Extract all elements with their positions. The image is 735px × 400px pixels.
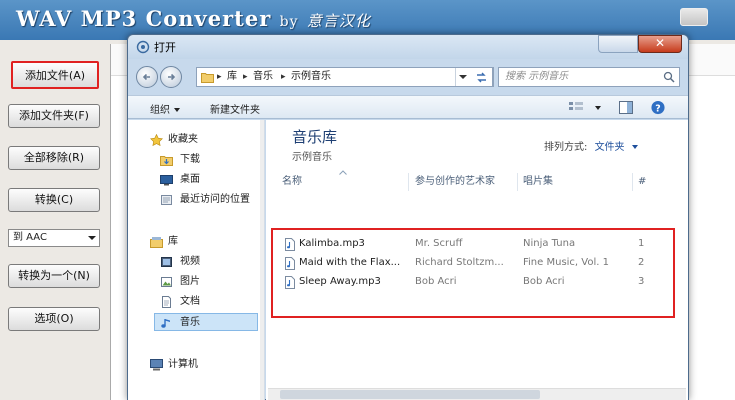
convert-to-one-button[interactable]: 转换为一个(N) — [8, 264, 100, 288]
nav-desktop-label: 桌面 — [180, 174, 200, 185]
sort-indicator-icon — [339, 170, 347, 175]
arrange-value[interactable]: 文件夹 — [595, 142, 625, 153]
convert-button[interactable]: 转换(C) — [8, 188, 100, 212]
nav-recent[interactable]: 最近访问的位置 — [128, 191, 260, 209]
documents-icon — [162, 296, 171, 308]
files-highlight-box — [271, 228, 675, 318]
minimize-button[interactable] — [680, 8, 708, 26]
pictures-icon — [161, 277, 172, 287]
nav-videos[interactable]: 视频 — [128, 253, 260, 271]
organize-label: 组织 — [150, 105, 170, 116]
view-options-icon[interactable] — [568, 100, 584, 115]
view-dropdown-icon[interactable] — [595, 106, 601, 110]
nav-pictures[interactable]: 图片 — [128, 273, 260, 291]
folder-icon — [201, 73, 214, 83]
back-arrow-icon — [142, 73, 150, 81]
forward-arrow-icon — [168, 73, 176, 81]
library-title: 音乐库 — [292, 128, 338, 146]
downloads-folder-icon — [160, 156, 173, 166]
library-icon — [150, 237, 163, 248]
nav-documents-label: 文档 — [180, 296, 200, 307]
new-folder-button[interactable]: 新建文件夹 — [210, 101, 260, 116]
dialog-title: 打开 — [154, 41, 176, 54]
help-icon[interactable]: ? — [650, 100, 666, 115]
music-note-icon — [161, 319, 170, 328]
svg-text:?: ? — [655, 103, 660, 114]
refresh-icon — [477, 72, 486, 83]
preview-pane-icon[interactable] — [618, 100, 634, 115]
app-title-by: by — [279, 14, 299, 30]
nav-computer[interactable]: 计算机 — [128, 356, 260, 374]
nav-downloads-label: 下载 — [180, 154, 200, 165]
arrange-by[interactable]: 排列方式: 文件夹 — [544, 138, 638, 153]
nav-downloads[interactable]: 下载 — [128, 151, 260, 169]
breadcrumb-sample-music[interactable]: 示例音乐 — [291, 68, 331, 86]
app-title-main: WAV MP3 Converter — [16, 6, 272, 31]
desktop-icon — [160, 175, 173, 186]
dialog-help-button[interactable] — [598, 35, 638, 53]
column-name[interactable]: 名称 — [282, 173, 302, 191]
nav-music-label: 音乐 — [180, 317, 200, 328]
arrange-label: 排列方式: — [544, 142, 588, 153]
nav-libraries[interactable]: 库 — [128, 233, 260, 251]
chevron-down-icon — [631, 145, 638, 149]
dialog-close-button[interactable]: ✕ — [638, 35, 682, 53]
app-title-brand: 意言汉化 — [306, 12, 371, 30]
nav-videos-label: 视频 — [180, 256, 200, 267]
search-input[interactable]: 搜索 示例音乐 — [498, 67, 680, 87]
nav-libraries-label: 库 — [168, 236, 178, 247]
chevron-down-icon — [174, 108, 180, 112]
format-select[interactable]: 到 AAC — [8, 229, 100, 247]
column-artist[interactable]: 参与创作的艺术家 — [415, 173, 495, 191]
column-album[interactable]: 唱片集 — [523, 173, 553, 191]
nav-documents[interactable]: 文档 — [128, 293, 260, 311]
format-select-value: 到 AAC — [13, 232, 47, 243]
chevron-down-icon — [88, 236, 96, 240]
library-subtitle: 示例音乐 — [292, 152, 332, 163]
nav-recent-label: 最近访问的位置 — [180, 194, 250, 205]
organize-button[interactable]: 组织 — [150, 101, 180, 116]
forward-button[interactable] — [160, 66, 182, 88]
dialog-app-icon — [136, 40, 150, 54]
dialog-titlebar: 打开 ✕ — [128, 35, 688, 59]
breadcrumb-history-dropdown[interactable] — [455, 68, 469, 86]
scrollbar-thumb[interactable] — [280, 390, 540, 399]
star-icon — [150, 134, 163, 146]
nav-pictures-label: 图片 — [180, 276, 200, 287]
breadcrumb[interactable]: ▸ 库 ▸ 音乐 ▸ 示例音乐 — [196, 67, 494, 87]
app-title: WAV MP3 Converter by 意言汉化 — [16, 6, 371, 31]
add-folder-button[interactable]: 添加文件夹(F) — [8, 104, 100, 128]
breadcrumb-library[interactable]: 库 — [227, 68, 237, 86]
back-button[interactable] — [136, 66, 158, 88]
navigation-pane: 收藏夹 下载 桌面 最近访问的位置 库 视频 图片 文档 音乐 计算机 — [128, 120, 265, 400]
content-pane: 音乐库 示例音乐 排列方式: 文件夹 名称 参与创作的艺术家 唱片集 # Kal… — [266, 120, 688, 400]
column-number[interactable]: # — [638, 173, 646, 191]
options-button[interactable]: 选项(O) — [8, 307, 100, 331]
search-icon — [663, 71, 675, 83]
add-file-button[interactable]: 添加文件(A) — [11, 61, 99, 89]
nav-music[interactable]: 音乐 — [154, 313, 258, 331]
dialog-toolbar: 组织 新建文件夹 ? — [128, 95, 688, 119]
nav-computer-label: 计算机 — [168, 359, 198, 370]
recent-places-icon — [161, 195, 172, 205]
breadcrumb-music[interactable]: 音乐 — [253, 68, 273, 86]
nav-favorites-label: 收藏夹 — [168, 134, 198, 145]
remove-all-button[interactable]: 全部移除(R) — [8, 146, 100, 170]
computer-icon — [150, 359, 163, 371]
nav-scrollbar[interactable] — [260, 120, 264, 400]
search-placeholder: 搜索 示例音乐 — [505, 71, 569, 82]
nav-desktop[interactable]: 桌面 — [128, 171, 260, 189]
horizontal-scrollbar[interactable] — [268, 388, 686, 400]
video-icon — [161, 257, 172, 267]
open-dialog: 打开 ✕ ▸ 库 ▸ 音乐 ▸ 示例音乐 搜索 示例音乐 组织 新建文件夹 ? … — [127, 34, 689, 400]
nav-favorites[interactable]: 收藏夹 — [128, 131, 260, 149]
refresh-button[interactable] — [471, 67, 493, 87]
